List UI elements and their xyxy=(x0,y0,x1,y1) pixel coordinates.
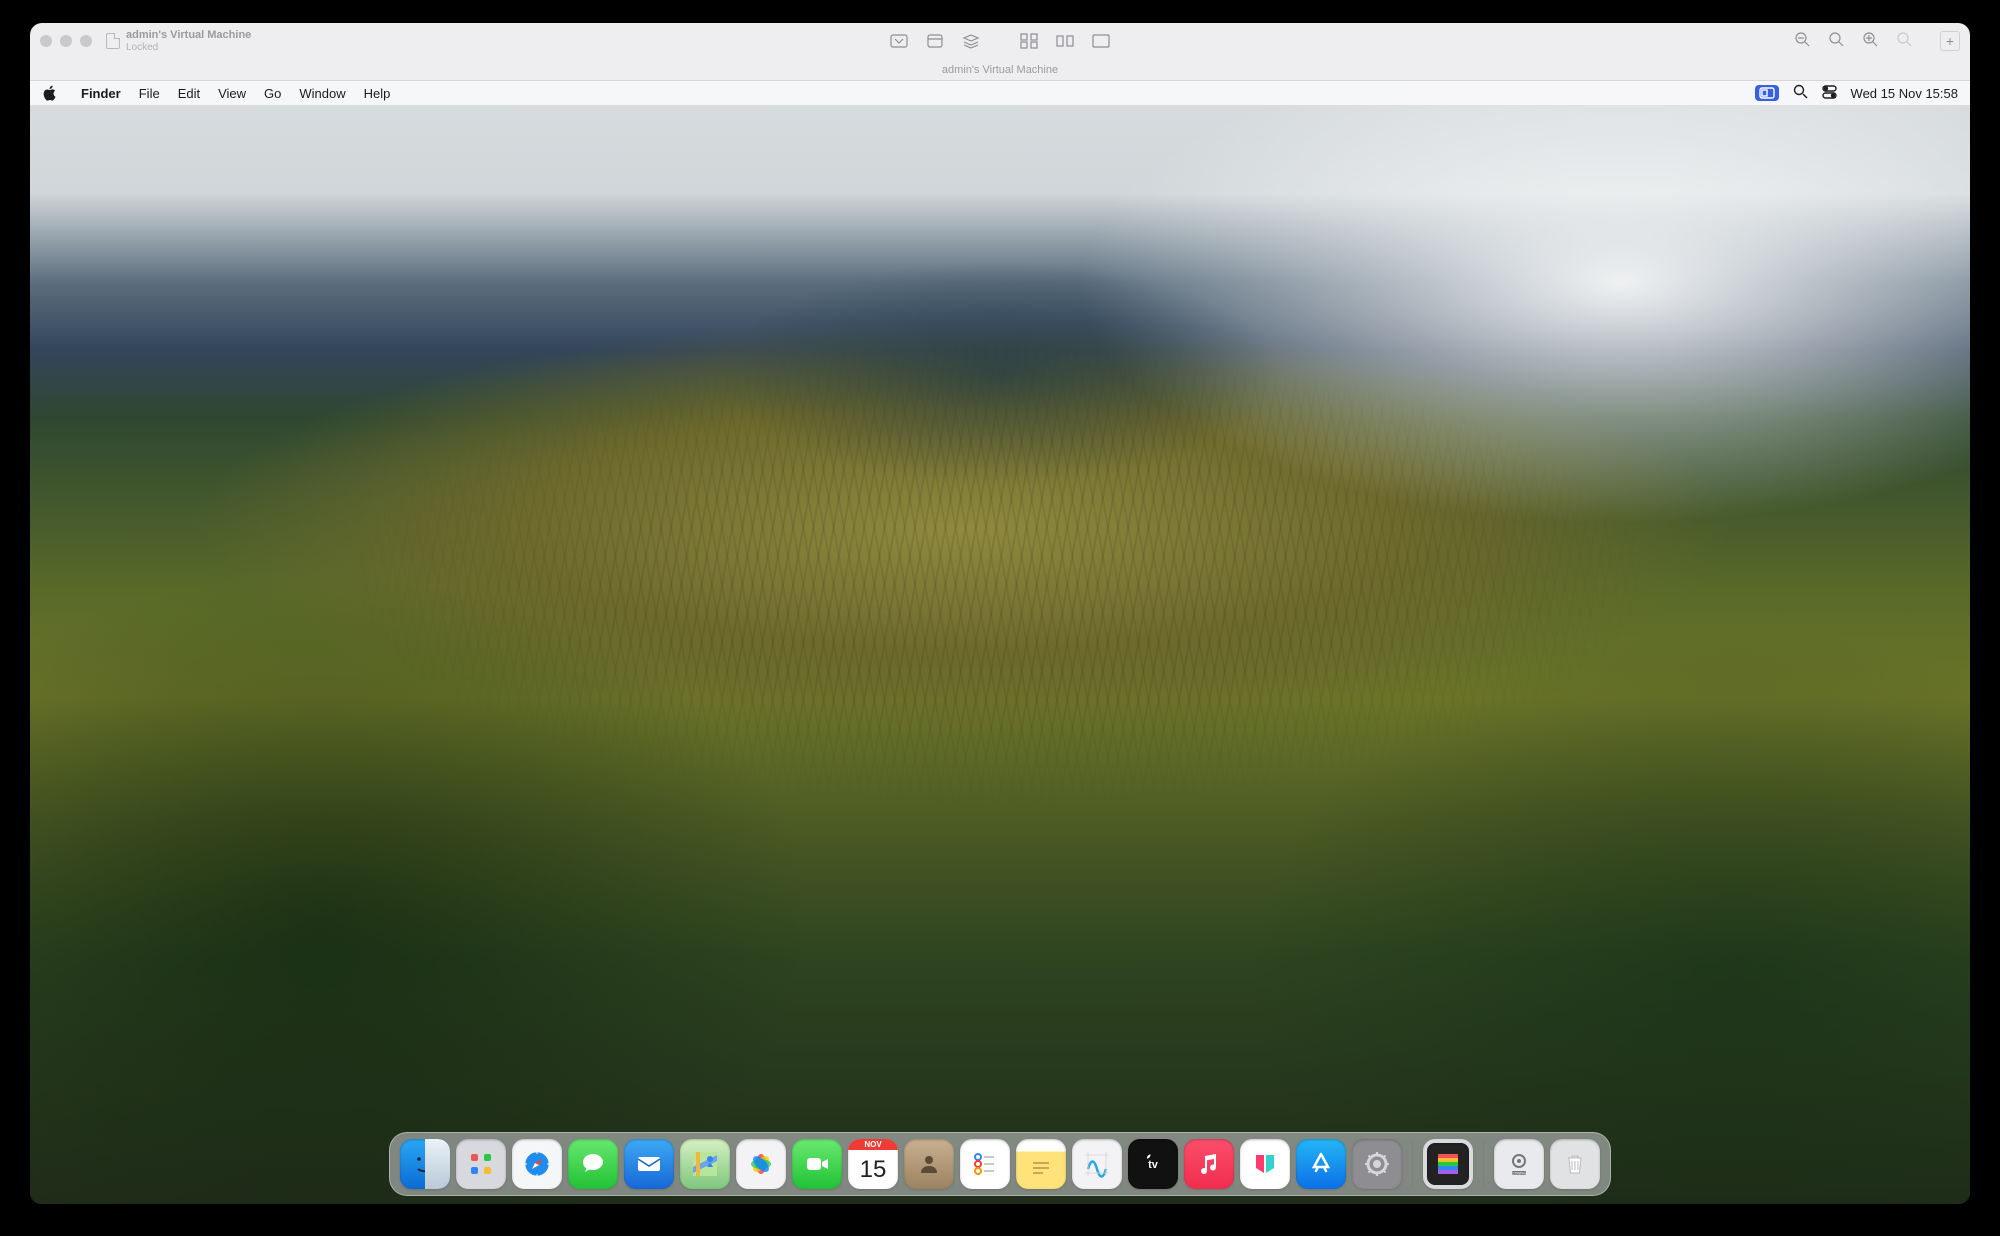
svg-text:CONFIG: CONFIG xyxy=(1512,1171,1526,1175)
dock-music[interactable] xyxy=(1184,1139,1234,1189)
dock-facetime[interactable] xyxy=(792,1139,842,1189)
layers-icon[interactable] xyxy=(962,33,980,49)
dock-settings[interactable] xyxy=(1352,1139,1402,1189)
dock-messages[interactable] xyxy=(568,1139,618,1189)
menu-file[interactable]: File xyxy=(130,86,169,101)
dock-finder[interactable] xyxy=(400,1139,450,1189)
fullscreen-icon[interactable] xyxy=(1092,33,1110,49)
vm-host-window: admin's Virtual Machine Locked + xyxy=(30,23,1970,1204)
dock-photos[interactable] xyxy=(736,1139,786,1189)
zoom-disabled-icon xyxy=(1896,31,1912,52)
zoom-out-icon[interactable] xyxy=(1794,31,1810,52)
new-tab-button[interactable]: + xyxy=(1940,31,1960,51)
stage-manager-icon[interactable] xyxy=(1755,85,1779,101)
menu-edit[interactable]: Edit xyxy=(169,86,209,101)
svg-text:tv: tv xyxy=(1148,1159,1159,1171)
vm-tab-label[interactable]: admin's Virtual Machine xyxy=(942,64,1058,76)
dock-appstore[interactable] xyxy=(1296,1139,1346,1189)
dock-freeform[interactable] xyxy=(1072,1139,1122,1189)
menu-window[interactable]: Window xyxy=(290,86,354,101)
control-center-icon[interactable] xyxy=(1822,84,1837,102)
zoom-fit-icon[interactable] xyxy=(1828,31,1844,52)
vm-toolbar-center xyxy=(890,33,1110,49)
dock-mail[interactable] xyxy=(624,1139,674,1189)
desktop-wallpaper[interactable] xyxy=(30,81,1970,1204)
dock-calendar[interactable]: NOV 15 xyxy=(848,1139,898,1189)
dock-launchpad[interactable] xyxy=(456,1139,506,1189)
dock-notes[interactable] xyxy=(1016,1139,1066,1189)
vm-toolbar-right: + xyxy=(1794,31,1960,52)
dock-config-file[interactable]: CONFIG xyxy=(1494,1139,1544,1189)
spotlight-icon[interactable] xyxy=(1793,84,1808,102)
zoom-button[interactable] xyxy=(80,35,92,47)
capture-screen-icon[interactable] xyxy=(890,33,908,49)
document-icon xyxy=(106,33,120,49)
split-view-icon[interactable] xyxy=(1056,33,1074,49)
vm-tab-bar: admin's Virtual Machine xyxy=(30,59,1970,81)
traffic-lights xyxy=(40,35,92,47)
app-menu-finder[interactable]: Finder xyxy=(72,86,130,101)
vm-title: admin's Virtual Machine xyxy=(126,30,251,41)
menu-bar: Finder File Edit View Go Window Help Wed… xyxy=(30,81,1970,105)
dock-contacts[interactable] xyxy=(904,1139,954,1189)
vm-status: Locked xyxy=(126,43,251,53)
dock-separator-2 xyxy=(1483,1140,1484,1188)
dock-maps[interactable] xyxy=(680,1139,730,1189)
dock-trash[interactable] xyxy=(1550,1139,1600,1189)
dock-news[interactable] xyxy=(1240,1139,1290,1189)
calendar-month: NOV xyxy=(848,1139,898,1150)
snapshot-icon[interactable] xyxy=(926,33,944,49)
grid-icon[interactable] xyxy=(1020,33,1038,49)
menu-datetime[interactable]: Wed 15 Nov 15:58 xyxy=(1851,86,1958,101)
dock-separator xyxy=(1412,1140,1413,1188)
vm-title-block: admin's Virtual Machine Locked xyxy=(106,30,251,53)
close-button[interactable] xyxy=(40,35,52,47)
dock-tv[interactable]: tv xyxy=(1128,1139,1178,1189)
zoom-in-icon[interactable] xyxy=(1862,31,1878,52)
menu-help[interactable]: Help xyxy=(355,86,400,101)
apple-menu-icon[interactable] xyxy=(42,85,58,101)
menu-go[interactable]: Go xyxy=(255,86,290,101)
dock-safari[interactable] xyxy=(512,1139,562,1189)
dock: NOV 15 tv CONFIG xyxy=(389,1132,1611,1196)
dock-terminal[interactable] xyxy=(1423,1139,1473,1189)
guest-screen: Finder File Edit View Go Window Help Wed… xyxy=(30,81,1970,1204)
dock-reminders[interactable] xyxy=(960,1139,1010,1189)
menu-view[interactable]: View xyxy=(209,86,255,101)
vm-titlebar: admin's Virtual Machine Locked + xyxy=(30,23,1970,59)
calendar-day: 15 xyxy=(860,1150,887,1189)
minimize-button[interactable] xyxy=(60,35,72,47)
